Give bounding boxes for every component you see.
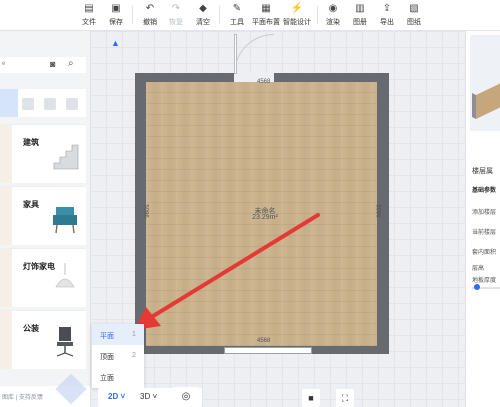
- search-input[interactable]: e: [2, 61, 5, 67]
- lock-button[interactable]: ■: [302, 389, 320, 407]
- row-floor-thickness: 地板厚度: [472, 278, 497, 284]
- item-thumbnail[interactable]: [66, 98, 78, 110]
- divider: [132, 6, 133, 24]
- save-icon: ▣: [111, 3, 121, 14]
- window[interactable]: [224, 347, 312, 354]
- view-dropdown-menu: 平面 1 顶面 2 立面: [92, 324, 144, 388]
- pendant-lamp-icon: [55, 263, 75, 288]
- left-panel: e ◙ ⌕ 建筑 家具 灯饰家电 公装 图库 | 支持反馈: [0, 31, 91, 407]
- dimension-bottom: 4568: [257, 338, 271, 344]
- camera-icon[interactable]: ◙: [50, 59, 55, 69]
- eraser-icon: ◆: [199, 3, 207, 14]
- row-add-floor[interactable]: 添加楼层: [472, 207, 496, 216]
- redo-icon: ↷: [171, 3, 181, 14]
- eye-icon: ◎: [181, 391, 191, 402]
- section-basic-params: 基础参数: [472, 188, 497, 194]
- category-commercial[interactable]: 公装: [0, 310, 86, 369]
- export-icon: ⇪: [382, 3, 392, 14]
- category-lighting-appliances[interactable]: 灯饰家电: [0, 248, 86, 307]
- redo-button[interactable]: ↷ 恢复: [167, 3, 185, 29]
- drawings-button[interactable]: ▧ 图纸: [405, 3, 423, 29]
- recent-items-strip: [0, 89, 86, 117]
- category-building[interactable]: 建筑: [0, 124, 86, 183]
- door[interactable]: [234, 34, 237, 74]
- mode-2d-button[interactable]: 2D ˅: [108, 392, 125, 401]
- armchair-icon: [53, 207, 77, 234]
- dimension-right: 5096: [374, 204, 381, 218]
- row-current-floor[interactable]: 当前楼层: [472, 227, 496, 236]
- dimension-left: 5096: [142, 204, 149, 218]
- file-icon: ▤: [84, 3, 94, 14]
- search-bar[interactable]: e ◙ ⌕: [0, 57, 86, 73]
- left-panel-footer: 图库 | 支持反馈: [0, 373, 90, 407]
- compass-icon: ▲: [111, 38, 120, 48]
- undo-button[interactable]: ↶ 撤销: [141, 3, 159, 29]
- dimension-top: 4568: [257, 79, 271, 85]
- search-icon[interactable]: ⌕: [68, 58, 74, 69]
- lightning-icon: ⚡: [290, 3, 304, 14]
- export-button[interactable]: ⇪ 导出: [378, 3, 396, 29]
- view-option-ceiling[interactable]: 顶面 2: [92, 345, 144, 366]
- decorative-badge: [55, 373, 87, 405]
- mode-3d-button[interactable]: 3D ˅: [140, 392, 157, 401]
- panel-title: 楼层属: [472, 168, 493, 175]
- save-button[interactable]: ▣ 保存: [107, 3, 125, 29]
- item-thumbnail[interactable]: [22, 98, 34, 110]
- category-furniture[interactable]: 家具: [0, 186, 86, 245]
- floor-layout-button[interactable]: ▦ 平面布置: [251, 3, 281, 29]
- divider: [219, 6, 220, 24]
- floor-layout-icon: ▦: [261, 3, 271, 14]
- divider: [317, 6, 318, 24]
- room-area-label: 23.29m²: [252, 214, 278, 221]
- gallery-icon: ▥: [355, 3, 365, 14]
- render-button[interactable]: ◉ 渲染: [324, 3, 342, 29]
- wrench-icon: ✎: [232, 3, 242, 14]
- gallery-button[interactable]: ▥ 图册: [351, 3, 369, 29]
- undo-icon: ↶: [145, 3, 155, 14]
- lock-icon: ■: [308, 393, 314, 403]
- right-panel: 楼层属 基础参数 添加楼层 当前楼层 套内面积 层高 地板厚度: [465, 31, 500, 407]
- view-option-plan[interactable]: 平面 1: [92, 324, 144, 345]
- visibility-toggle[interactable]: ◎: [173, 387, 199, 407]
- selected-item[interactable]: [0, 89, 18, 117]
- item-thumbnail[interactable]: [44, 98, 56, 110]
- render-icon: ◉: [328, 3, 338, 14]
- 3d-preview-thumbnail[interactable]: [470, 35, 500, 131]
- drawings-icon: ▧: [409, 3, 419, 14]
- footer-links[interactable]: 图库 | 支持反馈: [2, 392, 43, 401]
- smart-design-button[interactable]: ⚡ 智能设计: [282, 3, 312, 29]
- fit-view-button[interactable]: ⛶: [336, 389, 354, 407]
- office-chair-icon: [56, 327, 74, 357]
- stairs-icon: [53, 144, 79, 170]
- row-inner-area: 套内面积: [472, 250, 497, 256]
- file-button[interactable]: ▤ 文件: [80, 3, 98, 29]
- row-floor-height: 层高: [472, 266, 485, 272]
- view-option-elevation[interactable]: 立面: [92, 366, 144, 387]
- clear-button[interactable]: ◆ 清空: [194, 3, 212, 29]
- tools-button[interactable]: ✎ 工具: [228, 3, 246, 29]
- fit-view-icon: ⛶: [341, 393, 349, 403]
- thickness-slider-handle[interactable]: [474, 284, 480, 290]
- top-toolbar: ▤ 文件 ▣ 保存 ↶ 撤销 ↷ 恢复 ◆ 清空 ✎ 工具 ▦ 平面布置 ⚡ 智…: [0, 0, 500, 31]
